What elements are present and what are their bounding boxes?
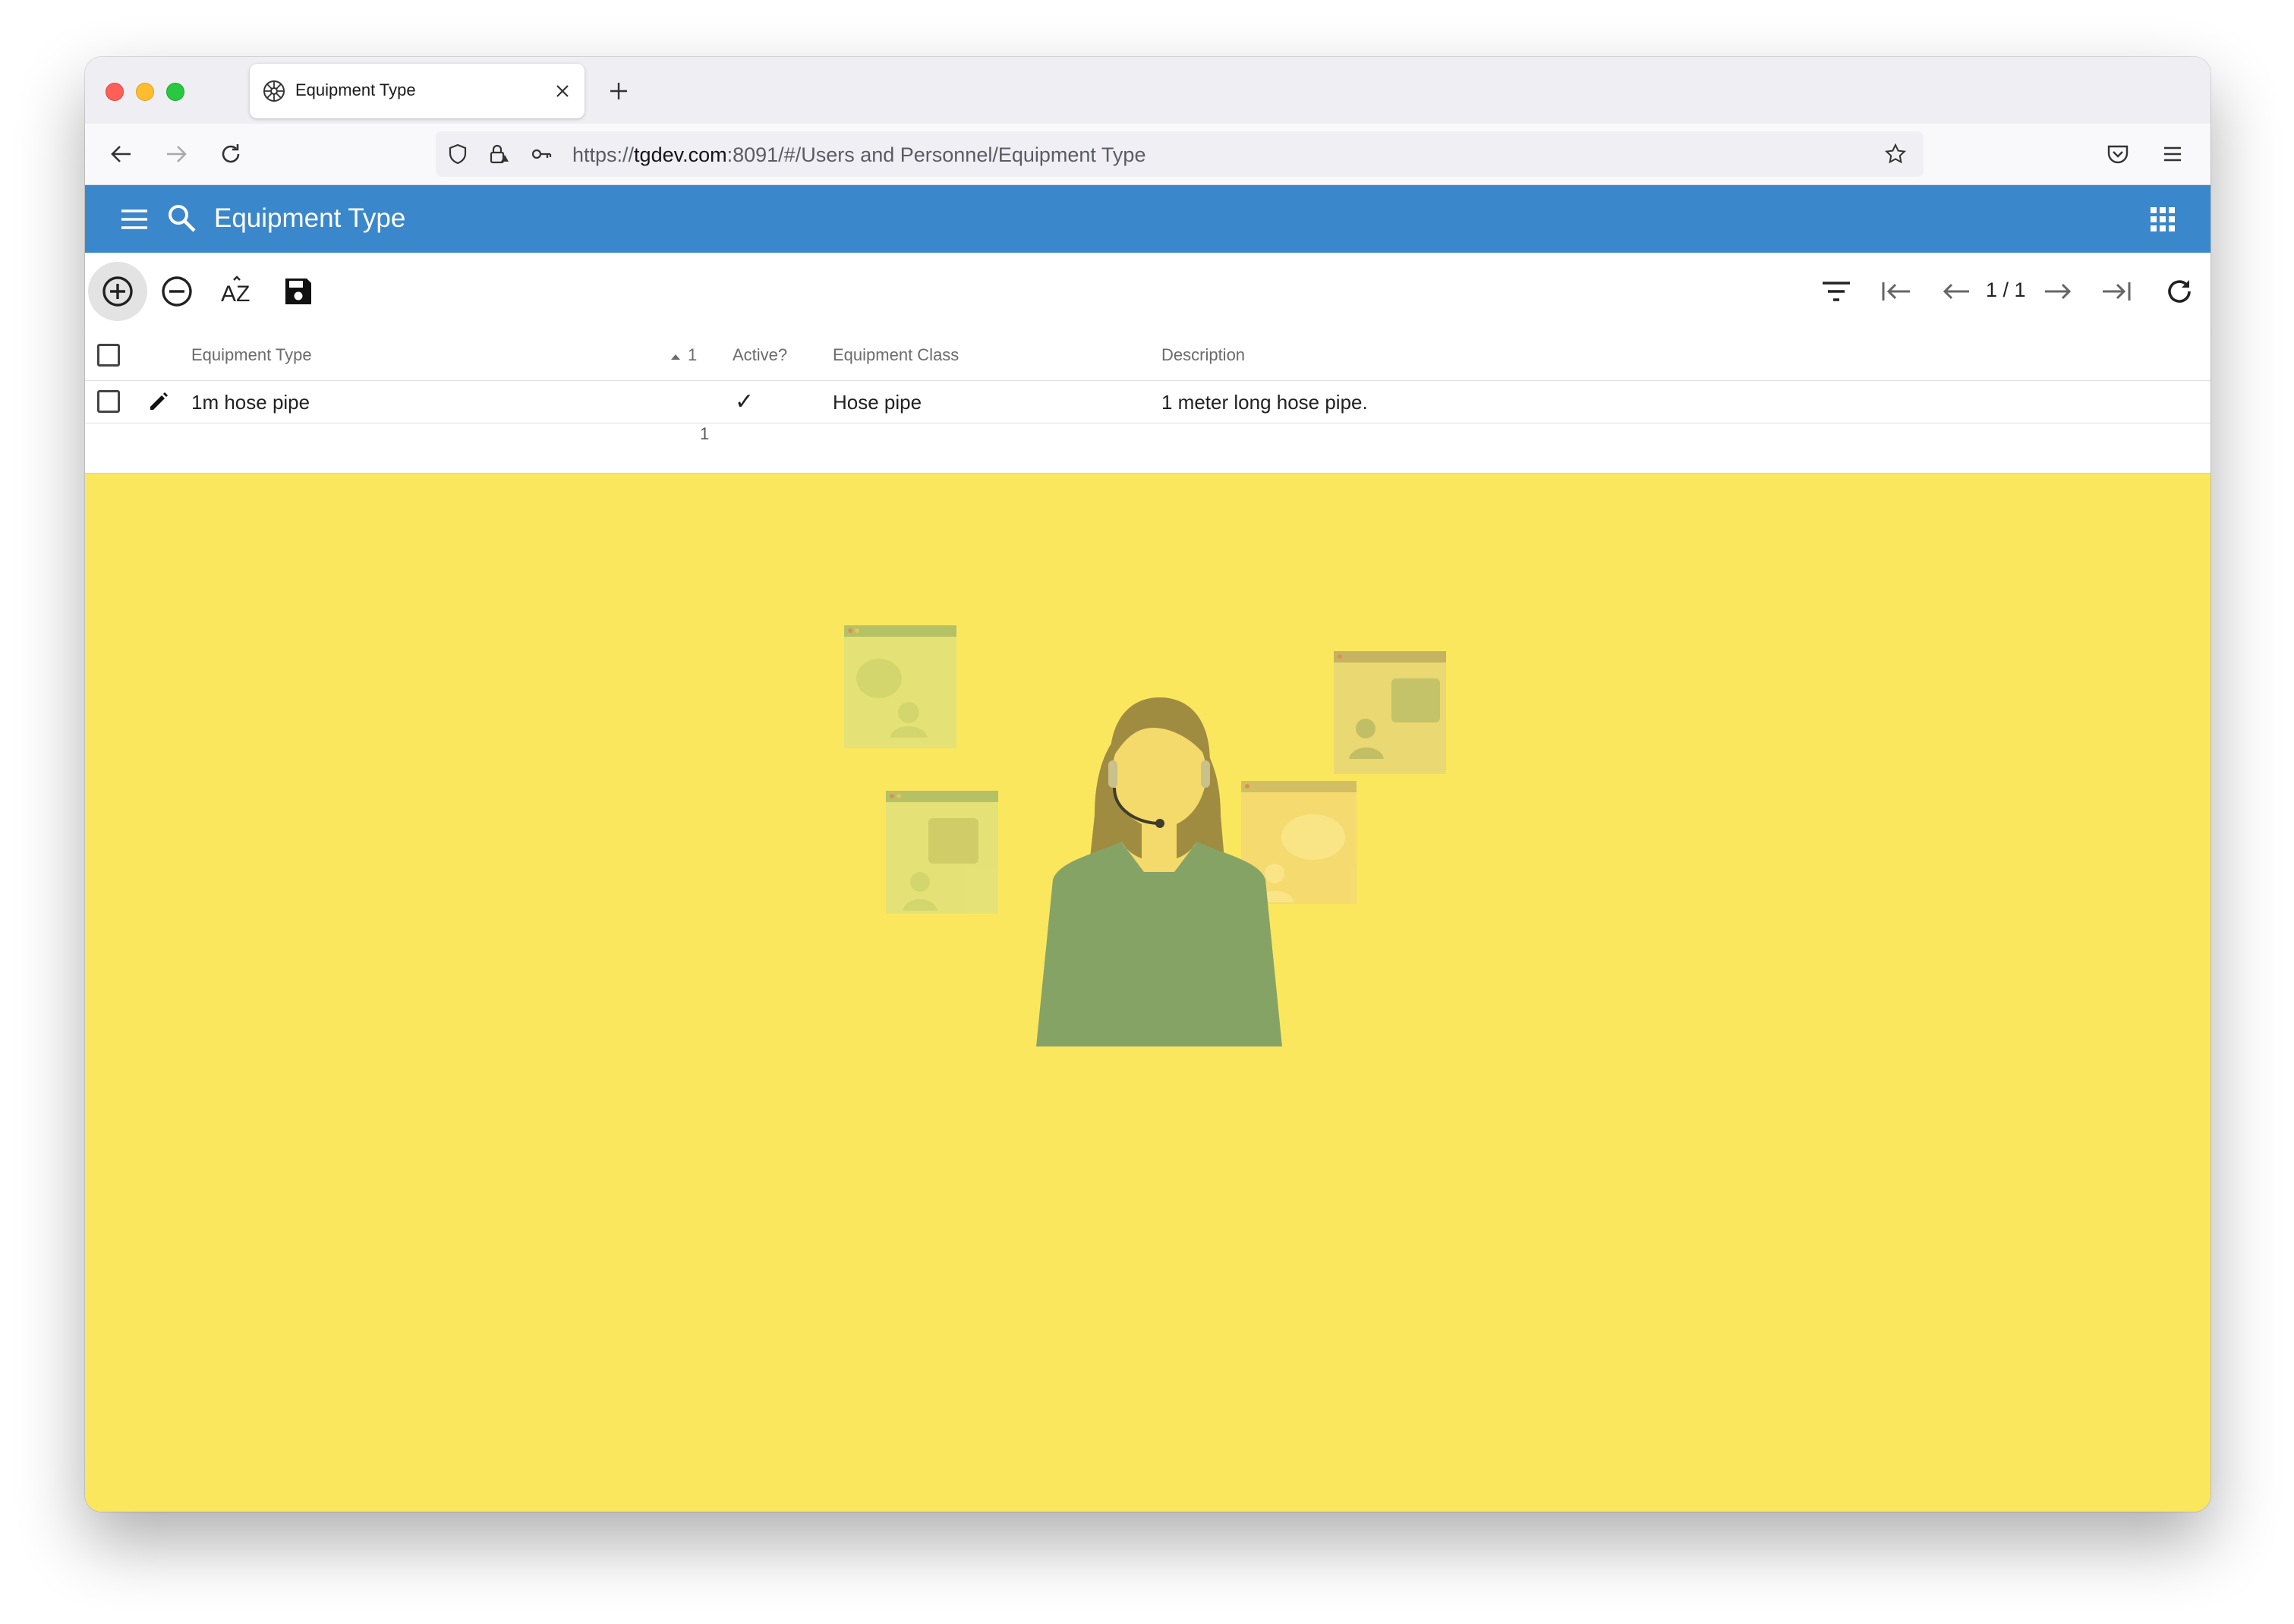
lock-warning-icon[interactable] (487, 143, 510, 165)
browser-tab[interactable]: Equipment Type (250, 64, 585, 118)
first-page-icon[interactable] (1878, 274, 1913, 309)
pager-text: 1 / 1 (1986, 279, 2026, 301)
last-page-icon[interactable] (2100, 274, 2135, 309)
shield-icon[interactable] (446, 143, 469, 165)
column-header-equipment-class[interactable]: Equipment Class (833, 345, 959, 365)
navigation-bar: https://tgdev.com:8091/#/Users and Perso… (85, 124, 2210, 185)
cell-active-check: ✓ (735, 389, 755, 414)
search-icon[interactable] (165, 202, 199, 235)
next-page-icon[interactable] (2040, 274, 2075, 309)
forward-icon[interactable] (161, 139, 191, 169)
apps-grid-icon[interactable] (2148, 205, 2177, 234)
svg-text:Z: Z (236, 282, 250, 307)
address-bar[interactable]: https://tgdev.com:8091/#/Users and Perso… (436, 131, 1924, 177)
globe-icon (263, 80, 285, 102)
page-title: Equipment Type (214, 203, 406, 233)
close-tab-icon[interactable] (553, 82, 572, 100)
column-header-active[interactable]: Active? (733, 345, 787, 365)
edit-icon[interactable] (147, 390, 170, 413)
support-agent-illustration (844, 625, 1446, 1046)
svg-text:A: A (221, 282, 236, 307)
cell-equipment-class: Hose pipe (833, 391, 922, 414)
refresh-icon[interactable] (2162, 274, 2197, 309)
app-header: Equipment Type (85, 185, 2210, 253)
close-window-button[interactable] (106, 83, 124, 101)
column-header-description[interactable]: Description (1161, 345, 1245, 365)
chat-window-icon (1334, 651, 1446, 774)
cell-equipment-type: 1m hose pipe (191, 391, 310, 414)
url-text[interactable]: https://tgdev.com:8091/#/Users and Perso… (572, 143, 1145, 167)
menu-icon[interactable] (118, 203, 150, 235)
empty-content-area (85, 474, 2210, 1512)
pocket-icon[interactable] (2103, 139, 2133, 169)
add-icon[interactable] (100, 274, 135, 309)
remove-icon[interactable] (159, 274, 194, 309)
browser-menu-icon[interactable] (2157, 139, 2188, 169)
agent-figure (1036, 697, 1282, 1046)
chat-window-icon (886, 791, 998, 914)
url-host: tgdev.com (634, 143, 727, 166)
url-scheme: https:// (572, 143, 635, 166)
sort-order-indicator: 1 (688, 345, 698, 364)
tab-bar: Equipment Type (85, 57, 2210, 124)
cell-description: 1 meter long hose pipe. (1161, 391, 1368, 414)
footer-row-count: 1 (700, 424, 710, 443)
browser-window: Equipment Type https://tgdev.com:8091/#/… (85, 57, 2210, 1512)
maximize-window-button[interactable] (166, 83, 184, 101)
column-header-equipment-type[interactable]: Equipment Type (191, 345, 312, 365)
sort-az-icon[interactable]: A Z (220, 274, 255, 309)
filter-icon[interactable] (1819, 274, 1854, 309)
reload-icon[interactable] (216, 139, 246, 169)
key-icon[interactable] (530, 143, 553, 165)
select-all-checkbox[interactable] (97, 344, 120, 367)
url-path: :8091/#/Users and Personnel/Equipment Ty… (726, 143, 1146, 166)
chat-window-icon (844, 625, 956, 748)
tab-title: Equipment Type (295, 80, 416, 99)
bookmark-star-icon[interactable] (1884, 143, 1907, 165)
back-icon[interactable] (106, 139, 137, 169)
grid-toolbar: A Z 1 / 1 (85, 253, 2210, 329)
equipment-type-grid: Equipment Type 1 Active? Equipment Class… (85, 329, 2210, 474)
previous-page-icon[interactable] (1939, 274, 1974, 309)
header-divider (85, 380, 2210, 381)
save-icon[interactable] (281, 274, 316, 309)
row-checkbox[interactable] (97, 390, 120, 413)
new-tab-icon[interactable] (607, 80, 630, 102)
minimize-window-button[interactable] (136, 83, 154, 101)
sort-ascending-icon[interactable] (670, 353, 681, 360)
